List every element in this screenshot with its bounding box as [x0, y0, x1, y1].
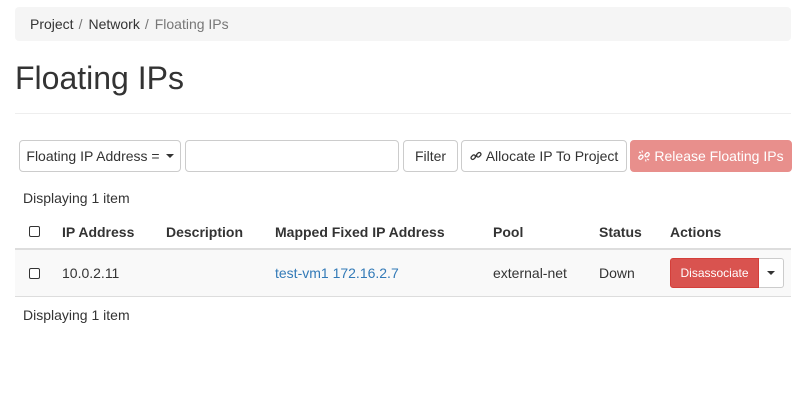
floating-ips-table: IP Address Description Mapped Fixed IP A… [15, 213, 791, 297]
status-cell: Down [599, 265, 635, 281]
table-row: 10.0.2.11 test-vm1 172.16.2.7 external-n… [15, 250, 791, 297]
select-all-cell [29, 213, 40, 250]
select-all-checkbox[interactable] [29, 226, 40, 237]
breadcrumb-network[interactable]: Network [88, 16, 139, 32]
filter-field-dropdown[interactable]: Floating IP Address = [19, 140, 181, 172]
allocate-ip-button[interactable]: Allocate IP To Project [461, 140, 627, 172]
release-floating-ips-button[interactable]: Release Floating IPs [630, 140, 792, 172]
breadcrumb: Project / Network / Floating IPs [15, 7, 791, 41]
display-count-bottom: Displaying 1 item [23, 307, 130, 323]
row-select-cell [29, 250, 40, 296]
column-header-actions: Actions [670, 223, 722, 240]
mapped-fixed-ip-cell: test-vm1 172.16.2.7 [275, 250, 399, 296]
breadcrumb-project[interactable]: Project [30, 16, 74, 32]
filter-input[interactable] [185, 140, 399, 172]
row-action-group: Disassociate [670, 258, 784, 288]
disassociate-button[interactable]: Disassociate [670, 258, 759, 288]
release-floating-ips-label: Release Floating IPs [654, 148, 784, 164]
allocate-ip-label: Allocate IP To Project [485, 148, 619, 164]
link-icon [470, 151, 482, 161]
column-header-status[interactable]: Status [599, 213, 642, 250]
column-header-mapped-fixed-ip[interactable]: Mapped Fixed IP Address [275, 213, 445, 250]
table-header: IP Address Description Mapped Fixed IP A… [15, 213, 791, 250]
filter-button-label: Filter [414, 148, 447, 164]
breadcrumb-separator: / [78, 16, 83, 32]
breadcrumb-floating-ips: Floating IPs [154, 16, 229, 32]
filter-button[interactable]: Filter [403, 140, 458, 172]
column-header-pool[interactable]: Pool [493, 213, 523, 250]
page-title: Floating IPs [15, 60, 184, 96]
table-toolbar: Floating IP Address = Filter Allocate IP… [19, 140, 792, 172]
title-divider [15, 113, 791, 114]
filter-field-label: Floating IP Address = [26, 148, 160, 164]
caret-down-icon [767, 271, 775, 275]
column-header-ip-address[interactable]: IP Address [62, 213, 134, 250]
mapped-fixed-ip-link[interactable]: test-vm1 172.16.2.7 [275, 265, 399, 281]
display-count-top: Displaying 1 item [23, 190, 130, 206]
actions-cell: Disassociate [670, 250, 784, 296]
pool-cell: external-net [493, 265, 567, 281]
ip-address-cell: 10.0.2.11 [62, 265, 120, 281]
caret-down-icon [165, 154, 174, 158]
unlink-icon [638, 150, 651, 162]
more-actions-button[interactable] [759, 258, 784, 288]
column-header-description[interactable]: Description [166, 213, 243, 250]
row-checkbox[interactable] [29, 267, 40, 279]
breadcrumb-separator: / [144, 16, 149, 32]
